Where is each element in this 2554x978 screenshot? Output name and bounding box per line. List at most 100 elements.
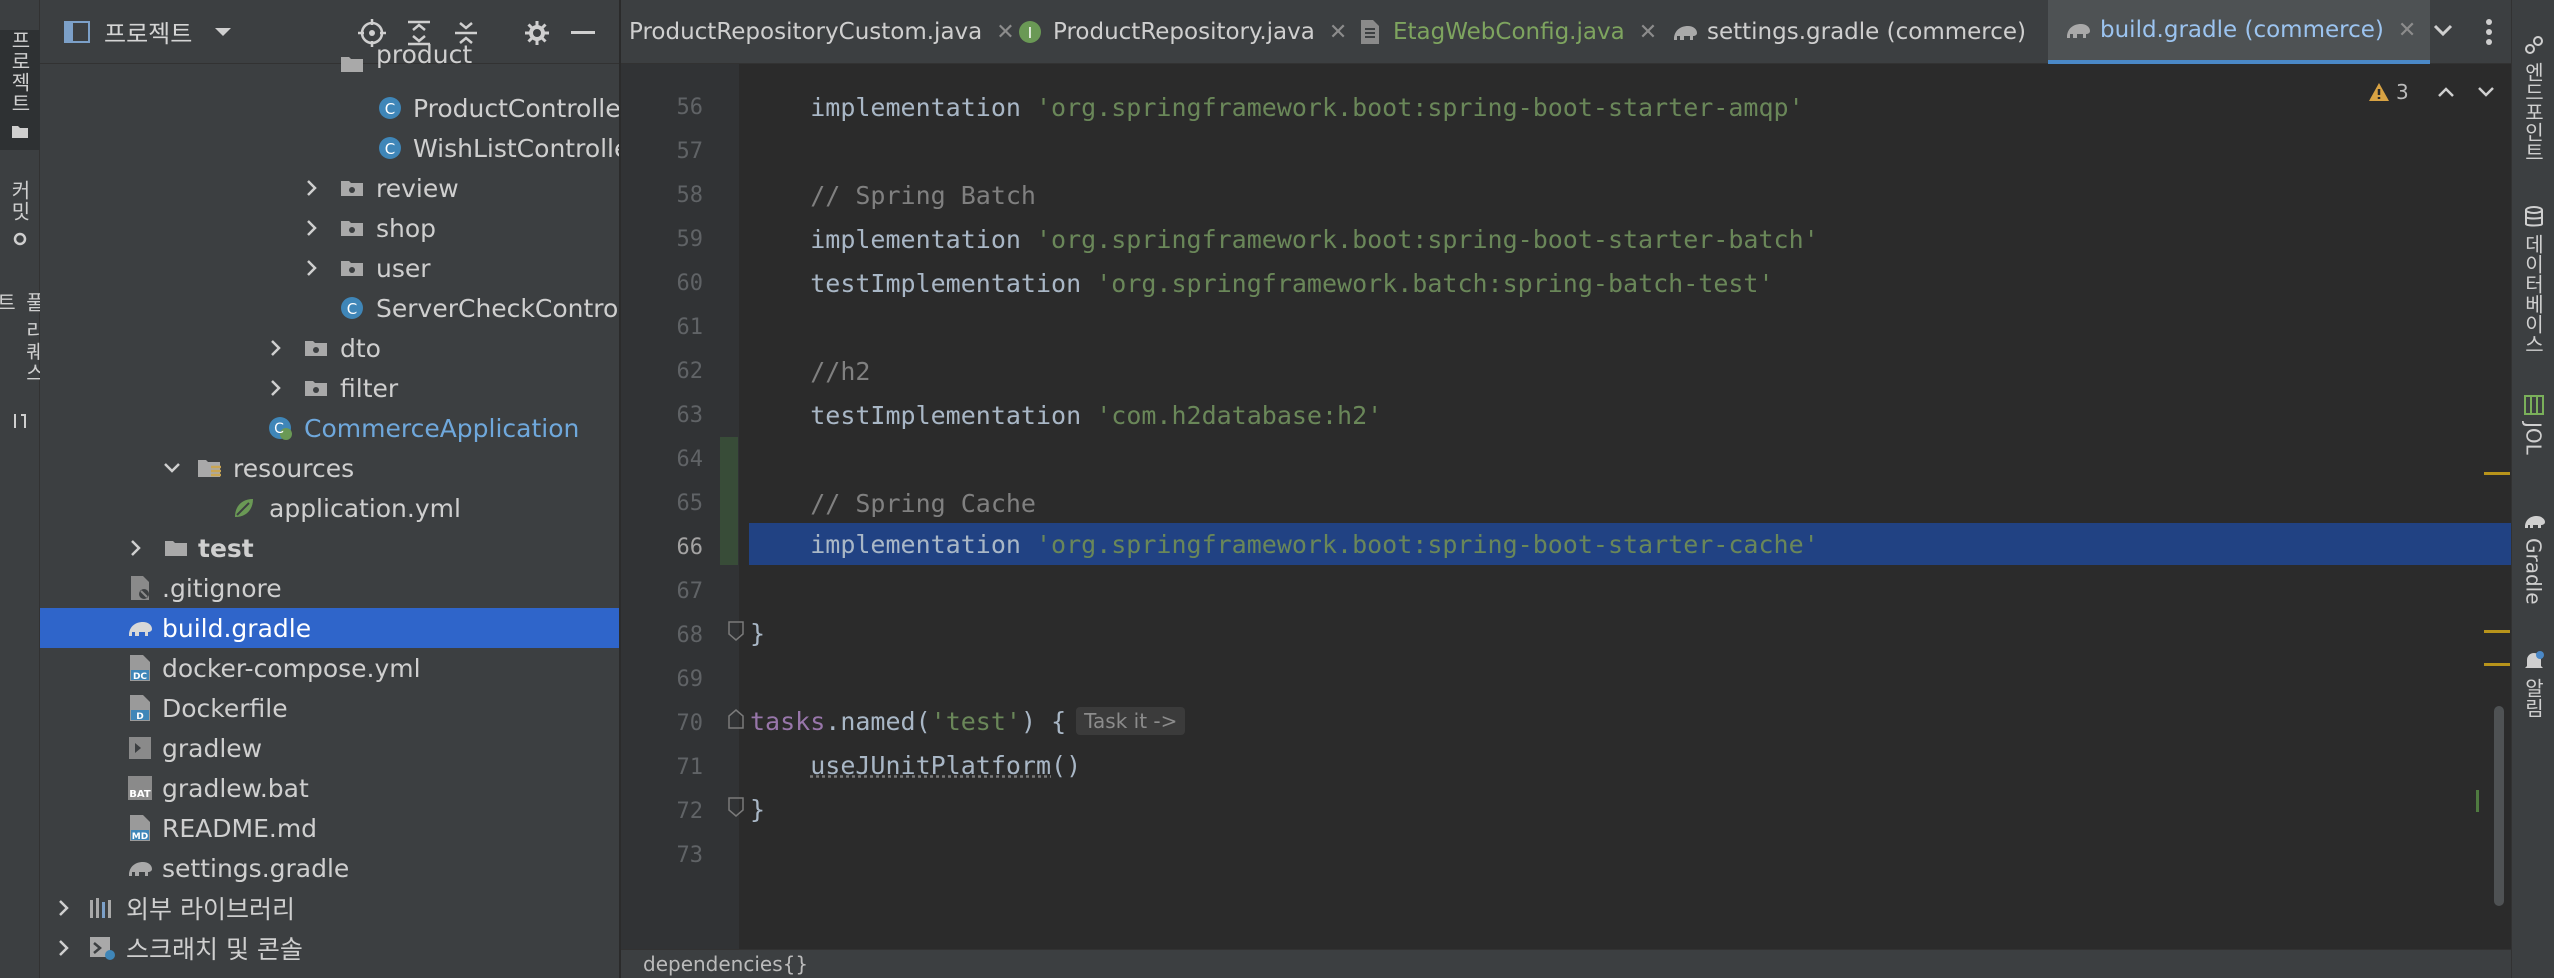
- database-tool-label: 데이터베이스: [2521, 234, 2545, 354]
- endpoints-tool-button[interactable]: 엔드포인트: [2512, 34, 2554, 174]
- chevron-right-icon[interactable]: [266, 338, 286, 358]
- svg-text:C: C: [274, 421, 284, 437]
- tree-item-settings-gradle[interactable]: settings.gradle: [40, 848, 619, 888]
- tree-item-gradlew[interactable]: gradlew: [40, 728, 619, 768]
- error-stripe-marker[interactable]: [2484, 472, 2510, 475]
- tree-item-label: settings.gradle: [162, 853, 350, 883]
- change-stripe-marker[interactable]: [2476, 790, 2479, 812]
- chevron-right-icon[interactable]: [126, 538, 146, 558]
- code-token-dot: .: [825, 706, 841, 736]
- bat-file-icon: BAT: [126, 774, 154, 802]
- tree-item-docker-compose[interactable]: DC docker-compose.yml: [40, 648, 619, 688]
- code-line-65[interactable]: // Spring Cache: [750, 483, 1036, 523]
- tree-item-resources[interactable]: resources: [40, 448, 619, 488]
- next-highlight-chevron-down-icon[interactable]: [2477, 86, 2495, 98]
- code-token-string: 'org.springframework.boot:spring-boot-st…: [1036, 92, 1804, 122]
- line-number-current: 66: [676, 535, 704, 560]
- pull-request-icon: [9, 410, 31, 432]
- fold-end-icon[interactable]: [727, 796, 745, 822]
- inlay-hint[interactable]: Task it ->: [1076, 707, 1186, 735]
- tree-item-shop[interactable]: shop: [40, 208, 619, 248]
- code-line-72[interactable]: }: [750, 789, 765, 829]
- code-line-71[interactable]: useJUnitPlatform(): [750, 745, 1081, 785]
- chevron-down-icon[interactable]: [162, 458, 182, 478]
- close-tab-icon[interactable]: ✕: [1329, 20, 1347, 45]
- tab-settings-gradle[interactable]: settings.gradle (commerce): [1671, 0, 2026, 64]
- code-line-58[interactable]: // Spring Batch: [750, 175, 1036, 215]
- tab-build-gradle[interactable]: build.gradle (commerce) ✕: [2048, 0, 2431, 64]
- tab-etag-web-config[interactable]: EtagWebConfig.java ✕: [1357, 0, 1657, 64]
- chevron-right-icon[interactable]: [266, 378, 286, 398]
- commit-icon: [9, 228, 31, 250]
- line-number: 67: [676, 579, 704, 604]
- close-tab-icon[interactable]: ✕: [2398, 18, 2416, 43]
- tree-item-product-controller[interactable]: C ProductController: [40, 88, 619, 128]
- inspection-widget[interactable]: 3: [2368, 80, 2495, 104]
- tree-item-server-check-controller[interactable]: C ServerCheckController: [40, 288, 619, 328]
- chevron-right-icon[interactable]: [54, 938, 74, 958]
- package-folder-icon: [302, 374, 330, 402]
- tree-item-label: resources: [233, 453, 355, 483]
- vertical-scrollbar[interactable]: [2494, 706, 2504, 906]
- fold-end-icon[interactable]: [727, 620, 745, 646]
- code-token-keyword: testImplementation: [810, 400, 1082, 430]
- vcs-change-marker[interactable]: [720, 437, 738, 565]
- tab-list-chevron-down-icon[interactable]: [2433, 24, 2453, 38]
- view-dropdown-chevron-icon[interactable]: [214, 26, 232, 38]
- more-options-icon[interactable]: [2485, 18, 2493, 46]
- pull-requests-tool-button[interactable]: 풀 리퀘스트: [0, 292, 46, 432]
- chevron-right-icon[interactable]: [302, 218, 322, 238]
- tree-item-dockerfile[interactable]: D Dockerfile: [40, 688, 619, 728]
- close-tab-icon[interactable]: ✕: [1639, 20, 1657, 45]
- code-line-70[interactable]: tasks. named('test') {Task it ->: [750, 701, 1186, 741]
- tree-item-commerce-application[interactable]: C CommerceApplication: [40, 408, 619, 448]
- jol-tool-button[interactable]: JOL: [2512, 394, 2554, 474]
- tab-product-repository-custom[interactable]: ProductRepositoryCustom.java ✕: [629, 0, 1015, 64]
- hide-panel-icon[interactable]: [568, 18, 598, 48]
- libraries-icon: [88, 894, 116, 922]
- error-stripe-marker[interactable]: [2484, 663, 2510, 666]
- line-number: 64: [676, 447, 704, 472]
- notifications-tool-button[interactable]: 알림: [2512, 650, 2554, 730]
- database-tool-button[interactable]: 데이터베이스: [2512, 206, 2554, 366]
- line-number: 58: [676, 183, 704, 208]
- gradle-tool-button[interactable]: Gradle: [2512, 510, 2554, 620]
- tree-item-wishlist-controller[interactable]: C WishListController: [40, 128, 619, 168]
- shell-script-icon: [126, 734, 154, 762]
- close-tab-icon[interactable]: ✕: [996, 20, 1014, 45]
- tree-item-gitignore[interactable]: .gitignore: [40, 568, 619, 608]
- code-line-60[interactable]: testImplementation 'org.springframework.…: [750, 263, 1773, 303]
- breadcrumb[interactable]: dependencies{}: [621, 949, 2511, 978]
- tree-item-user[interactable]: user: [40, 248, 619, 288]
- code-line-59[interactable]: implementation 'org.springframework.boot…: [750, 219, 1819, 259]
- previous-highlight-chevron-up-icon[interactable]: [2437, 86, 2455, 98]
- commit-tool-button[interactable]: 커밋: [0, 180, 40, 260]
- code-line-68[interactable]: }: [750, 613, 765, 653]
- chevron-right-icon[interactable]: [302, 258, 322, 278]
- code-line-63[interactable]: testImplementation 'com.h2database:h2': [750, 395, 1382, 435]
- settings-gear-icon[interactable]: [522, 18, 552, 48]
- tree-item-external-libraries[interactable]: 외부 라이브러리: [40, 888, 619, 928]
- chevron-right-icon[interactable]: [54, 898, 74, 918]
- tree-item-review[interactable]: review: [40, 168, 619, 208]
- tree-item-application-yml[interactable]: application.yml: [40, 488, 619, 528]
- tree-item-scratches[interactable]: 스크래치 및 콘솔: [40, 928, 619, 968]
- tree-item-readme[interactable]: MD README.md: [40, 808, 619, 848]
- code-line-62[interactable]: //h2: [750, 351, 870, 391]
- dockerfile-icon: D: [126, 694, 154, 722]
- code-line-66[interactable]: implementation 'org.springframework.boot…: [750, 524, 1818, 564]
- project-tool-button[interactable]: 프로젝트: [0, 30, 40, 150]
- chevron-right-icon[interactable]: [302, 178, 322, 198]
- fold-start-icon[interactable]: [727, 708, 745, 734]
- tree-item-gradlew-bat[interactable]: BAT gradlew.bat: [40, 768, 619, 808]
- tree-item-dto[interactable]: dto: [40, 328, 619, 368]
- tree-item-test[interactable]: test: [40, 528, 619, 568]
- tree-item-product[interactable]: product: [40, 40, 619, 80]
- breadcrumb-item[interactable]: dependencies{}: [643, 952, 808, 976]
- error-stripe-marker[interactable]: [2484, 630, 2510, 633]
- code-line-56[interactable]: implementation 'org.springframework.boot…: [750, 87, 1804, 127]
- code-token-string: 'org.springframework.boot:spring-boot-st…: [1036, 224, 1819, 254]
- tree-item-filter[interactable]: filter: [40, 368, 619, 408]
- tab-product-repository[interactable]: I ProductRepository.java ✕: [1017, 0, 1347, 64]
- tree-item-build-gradle[interactable]: build.gradle: [40, 608, 619, 648]
